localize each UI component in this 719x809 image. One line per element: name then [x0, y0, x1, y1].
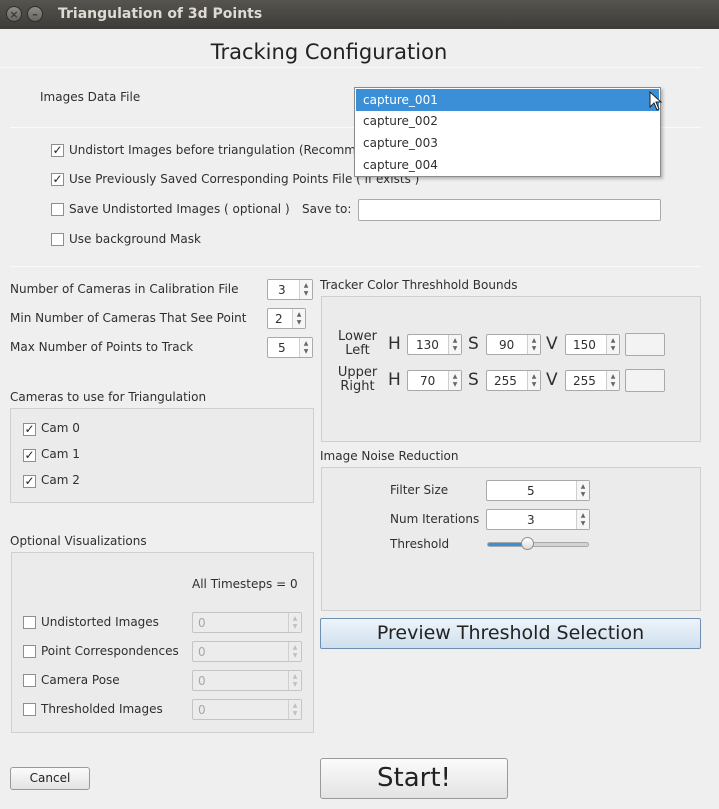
- lower-color-swatch[interactable]: [625, 333, 665, 356]
- upper-color-swatch[interactable]: [625, 369, 665, 392]
- upper-h-label: H: [388, 370, 401, 390]
- minimize-icon[interactable]: –: [27, 6, 43, 22]
- save-to-label: Save to:: [302, 202, 352, 216]
- upper-v-spinner[interactable]: 255 ▲ ▼: [565, 370, 620, 391]
- spinner-arrows-icon[interactable]: ▲ ▼: [448, 371, 461, 390]
- spinner-arrows-icon[interactable]: ▲ ▼: [576, 481, 589, 500]
- upper-v-label: V: [546, 370, 558, 390]
- num-cameras-label: Number of Cameras in Calibration File: [10, 282, 239, 296]
- lower-v-label: V: [546, 334, 558, 354]
- cam1-label: Cam 1: [41, 447, 80, 461]
- cam1-checkbox[interactable]: ✓: [23, 449, 36, 462]
- threshold-label: Threshold: [390, 537, 450, 551]
- cameras-section-title: Cameras to use for Triangulation: [10, 390, 207, 404]
- dropdown-option[interactable]: capture_003: [356, 132, 659, 154]
- lower-left-label: Lower Left: [338, 329, 377, 358]
- undistort-checkbox[interactable]: ✓: [51, 144, 64, 157]
- mouse-cursor-icon: [649, 91, 663, 111]
- num-cameras-spinner[interactable]: 3 ▲ ▼: [267, 279, 313, 300]
- max-points-spinner[interactable]: 5 ▲ ▼: [267, 337, 313, 358]
- spinner-arrows-icon[interactable]: ▲ ▼: [288, 642, 301, 661]
- images-data-file-label: Images Data File: [40, 90, 141, 104]
- spinner-arrows-icon[interactable]: ▲ ▼: [606, 335, 619, 354]
- save-undistorted-checkbox[interactable]: [51, 203, 64, 216]
- spinner-arrows-icon[interactable]: ▲ ▼: [576, 510, 589, 529]
- window-title: Triangulation of 3d Points: [58, 6, 263, 22]
- all-timesteps-label: All Timesteps = 0: [192, 577, 298, 591]
- dropdown-option[interactable]: capture_004: [356, 154, 659, 176]
- lower-h-label: H: [388, 334, 401, 354]
- point-correspondences-checkbox[interactable]: [23, 645, 36, 658]
- spinner-arrows-icon[interactable]: ▲ ▼: [288, 671, 301, 690]
- cam0-label: Cam 0: [41, 421, 80, 435]
- lower-h-spinner[interactable]: 130 ▲ ▼: [407, 334, 462, 355]
- upper-s-spinner[interactable]: 255 ▲ ▼: [486, 370, 541, 391]
- num-iterations-label: Num Iterations: [390, 512, 480, 526]
- spinner-arrows-icon[interactable]: ▲ ▼: [527, 335, 540, 354]
- undistorted-images-spinner[interactable]: 0 ▲ ▼: [192, 612, 302, 633]
- noise-reduction-title: Image Noise Reduction: [320, 449, 459, 463]
- cancel-button[interactable]: Cancel: [10, 767, 90, 790]
- use-saved-points-checkbox[interactable]: ✓: [51, 173, 64, 186]
- point-correspondences-spinner[interactable]: 0 ▲ ▼: [192, 641, 302, 662]
- spinner-arrows-icon[interactable]: ▲ ▼: [288, 700, 301, 719]
- spinner-arrows-icon[interactable]: ▲ ▼: [527, 371, 540, 390]
- undistorted-images-label: Undistorted Images: [41, 615, 159, 629]
- preview-threshold-button[interactable]: Preview Threshold Selection: [320, 618, 701, 649]
- upper-right-label: Upper Right: [337, 365, 378, 394]
- filter-size-label: Filter Size: [390, 483, 449, 497]
- spinner-arrows-icon[interactable]: ▲ ▼: [292, 309, 305, 328]
- visualizations-section-title: Optional Visualizations: [10, 534, 147, 548]
- undistorted-images-checkbox[interactable]: [23, 616, 36, 629]
- spinner-arrows-icon[interactable]: ▲ ▼: [288, 613, 301, 632]
- page-title: Tracking Configuration: [210, 40, 448, 64]
- min-cameras-spinner[interactable]: 2 ▲ ▼: [267, 308, 306, 329]
- upper-s-label: S: [468, 370, 479, 390]
- images-data-file-dropdown[interactable]: capture_001 capture_002 capture_003 capt…: [354, 87, 661, 177]
- min-cameras-label: Min Number of Cameras That See Point: [10, 311, 247, 325]
- camera-pose-label: Camera Pose: [41, 673, 120, 687]
- save-undistorted-label: Save Undistorted Images ( optional ): [69, 202, 290, 216]
- thresholded-images-label: Thresholded Images: [41, 702, 163, 716]
- background-mask-checkbox[interactable]: [51, 233, 64, 246]
- divider: [0, 67, 701, 68]
- start-button[interactable]: Start!: [320, 758, 508, 799]
- spinner-arrows-icon[interactable]: ▲ ▼: [606, 371, 619, 390]
- threshold-slider-handle[interactable]: [521, 537, 534, 550]
- spinner-arrows-icon[interactable]: ▲ ▼: [299, 280, 312, 299]
- thresholded-images-spinner[interactable]: 0 ▲ ▼: [192, 699, 302, 720]
- color-bounds-title: Tracker Color Threshhold Bounds: [320, 278, 518, 292]
- undistort-label: Undistort Images before triangulation (R…: [69, 143, 356, 157]
- cam0-checkbox[interactable]: ✓: [23, 423, 36, 436]
- background-mask-label: Use background Mask: [69, 232, 201, 246]
- max-points-label: Max Number of Points to Track: [10, 340, 194, 354]
- num-iterations-spinner[interactable]: 3 ▲ ▼: [486, 509, 590, 530]
- dropdown-option[interactable]: capture_001: [356, 89, 659, 111]
- save-to-field[interactable]: [358, 199, 661, 221]
- lower-s-label: S: [468, 334, 479, 354]
- cam2-label: Cam 2: [41, 473, 80, 487]
- upper-h-spinner[interactable]: 70 ▲ ▼: [407, 370, 462, 391]
- title-bar: × – Triangulation of 3d Points: [0, 0, 719, 29]
- point-correspondences-label: Point Correspondences: [41, 644, 179, 658]
- camera-pose-spinner[interactable]: 0 ▲ ▼: [192, 670, 302, 691]
- spinner-arrows-icon[interactable]: ▲ ▼: [299, 338, 312, 357]
- threshold-slider-track[interactable]: [487, 542, 589, 547]
- lower-v-spinner[interactable]: 150 ▲ ▼: [565, 334, 620, 355]
- filter-size-spinner[interactable]: 5 ▲ ▼: [486, 480, 590, 501]
- spinner-arrows-icon[interactable]: ▲ ▼: [448, 335, 461, 354]
- dropdown-option[interactable]: capture_002: [356, 110, 659, 132]
- cam2-checkbox[interactable]: ✓: [23, 475, 36, 488]
- thresholded-images-checkbox[interactable]: [23, 703, 36, 716]
- lower-s-spinner[interactable]: 90 ▲ ▼: [486, 334, 541, 355]
- camera-pose-checkbox[interactable]: [23, 674, 36, 687]
- divider: [10, 266, 701, 267]
- close-icon[interactable]: ×: [6, 6, 22, 22]
